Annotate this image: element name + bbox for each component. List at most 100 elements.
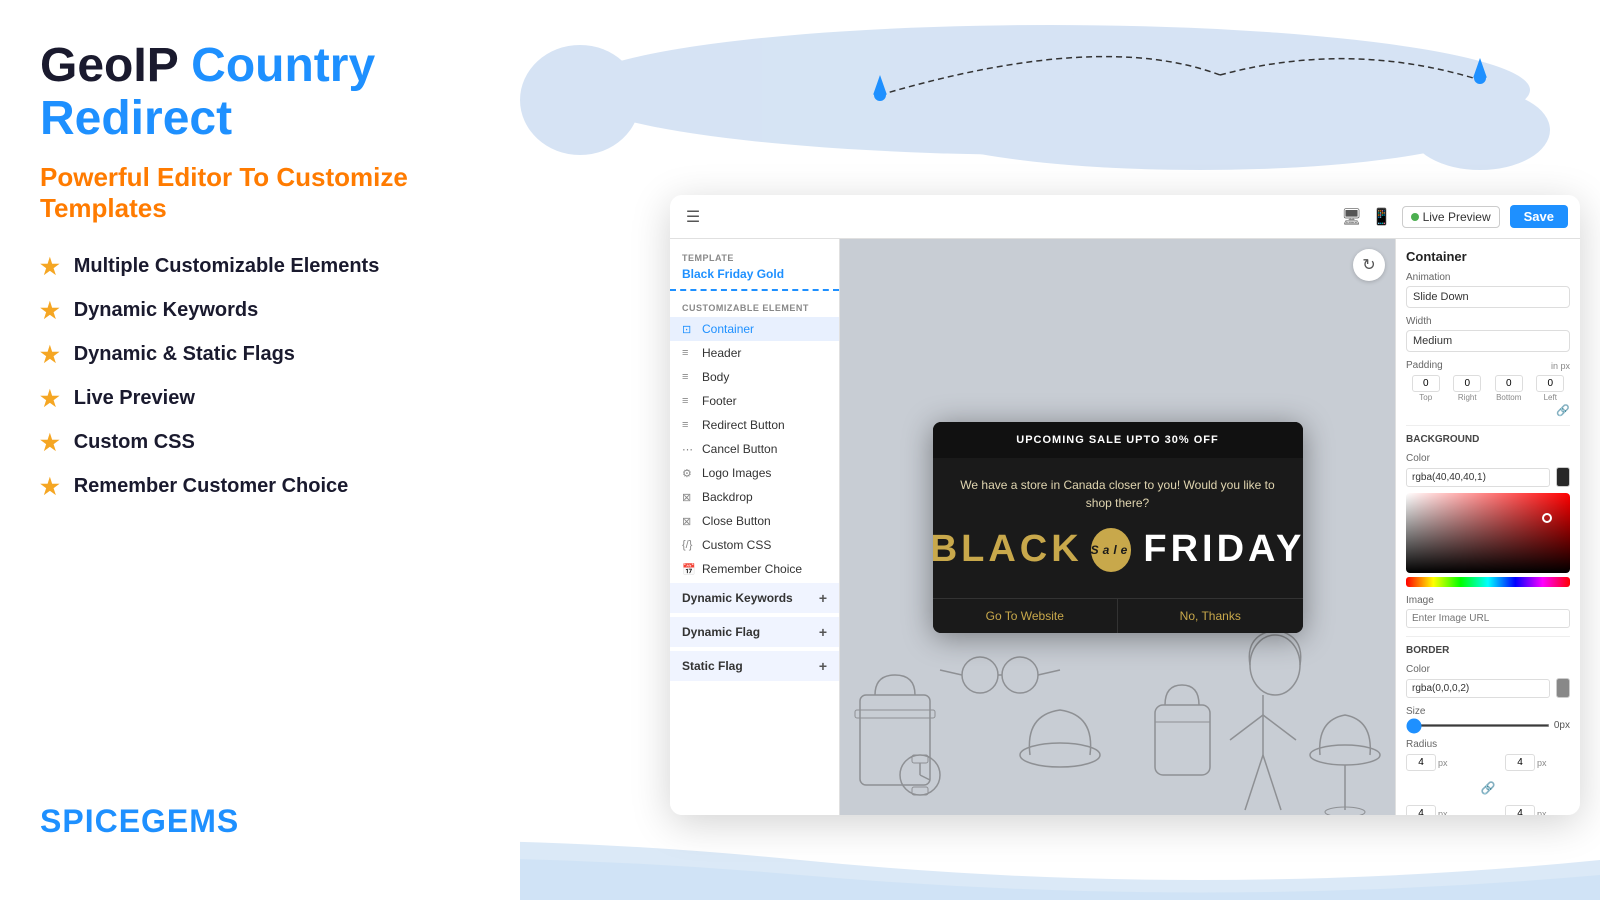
editor-properties: Container Animation Slide Down Width Med… <box>1395 239 1580 815</box>
plus-icon-2: + <box>819 624 827 640</box>
no-thanks-button[interactable]: No, Thanks <box>1118 599 1303 633</box>
radius-center: 🔗 <box>1473 773 1503 803</box>
feature-item-2: ★Dynamic Keywords <box>40 298 480 324</box>
sidebar-item-body[interactable]: ≡ Body <box>670 365 839 389</box>
sketch-right <box>1115 615 1395 815</box>
star-icon-4: ★ <box>40 386 60 412</box>
sidebar-item-remember[interactable]: 📅 Remember Choice <box>670 557 839 581</box>
color-picker-handle <box>1542 513 1552 523</box>
subtitle: Powerful Editor To Customize Templates <box>40 162 480 224</box>
feature-item-6: ★Remember Customer Choice <box>40 474 480 500</box>
border-color-row <box>1406 678 1570 698</box>
live-preview-button[interactable]: Live Preview <box>1402 206 1500 228</box>
mobile-icon[interactable]: 📱 <box>1372 207 1392 227</box>
modal-body: We have a store in Canada closer to you!… <box>933 458 1303 598</box>
radius-tr-input[interactable] <box>1505 754 1535 771</box>
border-size-label: Size <box>1406 706 1570 717</box>
star-icon-2: ★ <box>40 298 60 324</box>
radius-spacer2 <box>1406 773 1471 803</box>
border-color-input[interactable] <box>1406 679 1550 698</box>
color-picker[interactable] <box>1406 493 1570 573</box>
radius-spacer3 <box>1505 773 1570 803</box>
border-color-label: Color <box>1406 664 1570 675</box>
radius-br-input[interactable] <box>1505 805 1535 815</box>
bg-label: BACKGROUND <box>1406 434 1570 445</box>
sidebar-item-header[interactable]: ≡ Header <box>670 341 839 365</box>
border-color-swatch[interactable] <box>1556 678 1570 698</box>
link-icon: 🔗 <box>1556 405 1570 417</box>
color-input[interactable] <box>1406 468 1550 487</box>
group-static-flag[interactable]: Static Flag + <box>670 651 839 681</box>
border-label: BORDER <box>1406 645 1570 656</box>
menu-icon[interactable]: ☰ <box>682 206 704 228</box>
border-size-value: 0px <box>1554 720 1570 731</box>
sidebar-item-redirect[interactable]: ≡ Redirect Button <box>670 413 839 437</box>
color-row <box>1406 467 1570 487</box>
radius-tl: px <box>1406 754 1471 771</box>
radius-bl: px <box>1406 805 1471 815</box>
header-icon: ≡ <box>682 347 696 359</box>
padding-bottom-input[interactable] <box>1495 375 1523 392</box>
width-select[interactable]: Medium <box>1406 330 1570 352</box>
toolbar-right: 🖥 📱 Live Preview Save <box>1341 205 1568 228</box>
padding-left-label: Left <box>1544 393 1557 402</box>
group-dynamic-flag[interactable]: Dynamic Flag + <box>670 617 839 647</box>
padding-top-label: Top <box>1419 393 1432 402</box>
radius-tl-input[interactable] <box>1406 754 1436 771</box>
sidebar-item-footer[interactable]: ≡ Footer <box>670 389 839 413</box>
go-to-website-button[interactable]: Go To Website <box>933 599 1119 633</box>
padding-top-input[interactable] <box>1412 375 1440 392</box>
sidebar-item-css[interactable]: {/} Custom CSS <box>670 533 839 557</box>
sidebar-item-logo[interactable]: ⚙ Logo Images <box>670 461 839 485</box>
border-size-row: 0px <box>1406 720 1570 731</box>
modal-header: UPCOMING SALE UPTO 30% OFF <box>933 422 1303 458</box>
color-label: Color <box>1406 453 1570 464</box>
backdrop-icon: ⊠ <box>682 491 696 504</box>
refresh-button[interactable]: ↻ <box>1353 249 1385 281</box>
redirect-icon: ≡ <box>682 419 696 431</box>
editor-body: TEMPLATE Black Friday Gold CUSTOMIZABLE … <box>670 239 1580 815</box>
sketch-left <box>840 615 1120 815</box>
monitor-icon[interactable]: 🖥 <box>1341 207 1361 227</box>
map-background <box>500 0 1600 220</box>
template-label: TEMPLATE <box>670 249 839 265</box>
hue-bar[interactable] <box>1406 577 1570 587</box>
group-dynamic-keywords[interactable]: Dynamic Keywords + <box>670 583 839 613</box>
feature-item-4: ★Live Preview <box>40 386 480 412</box>
editor-toolbar: ☰ 🖥 📱 Live Preview Save <box>670 195 1580 239</box>
remember-icon: 📅 <box>682 563 696 576</box>
sidebar-item-close[interactable]: ⊠ Close Button <box>670 509 839 533</box>
image-label: Image <box>1406 595 1570 606</box>
left-panel: GeoIP Country Redirect Powerful Editor T… <box>0 0 520 900</box>
padding-left-input[interactable] <box>1536 375 1564 392</box>
star-icon-5: ★ <box>40 430 60 456</box>
save-button[interactable]: Save <box>1510 205 1568 228</box>
padding-right-label: Right <box>1458 393 1477 402</box>
border-size-slider[interactable] <box>1406 724 1550 727</box>
padding-bottom-label: Bottom <box>1496 393 1521 402</box>
template-name[interactable]: Black Friday Gold <box>670 265 839 291</box>
modal-buttons: Go To Website No, Thanks <box>933 598 1303 633</box>
sidebar-item-container[interactable]: ⊡ Container <box>670 317 839 341</box>
element-label: CUSTOMIZABLE ELEMENT <box>670 297 839 317</box>
image-url-input[interactable] <box>1406 609 1570 628</box>
cancel-icon: ⋯ <box>682 443 696 456</box>
animation-select[interactable]: Slide Down <box>1406 286 1570 308</box>
padding-top-cell: Top <box>1406 375 1446 402</box>
brand-name: SPICEGEMS <box>40 803 239 840</box>
radius-bl-input[interactable] <box>1406 805 1436 815</box>
brand-right: FRIDAY <box>1143 528 1302 571</box>
sidebar-item-backdrop[interactable]: ⊠ Backdrop <box>670 485 839 509</box>
star-icon-6: ★ <box>40 474 60 500</box>
brand-left: BLACK <box>933 528 1083 571</box>
animation-label: Animation <box>1406 272 1570 283</box>
radius-link-icon: 🔗 <box>1481 781 1496 795</box>
sidebar-item-cancel[interactable]: ⋯ Cancel Button <box>670 437 839 461</box>
body-icon: ≡ <box>682 371 696 383</box>
color-swatch[interactable] <box>1556 467 1570 487</box>
padding-right-cell: Right <box>1448 375 1488 402</box>
padding-right-input[interactable] <box>1453 375 1481 392</box>
star-icon-1: ★ <box>40 254 60 280</box>
editor-sidebar: TEMPLATE Black Friday Gold CUSTOMIZABLE … <box>670 239 840 815</box>
radius-spacer4 <box>1473 805 1503 815</box>
